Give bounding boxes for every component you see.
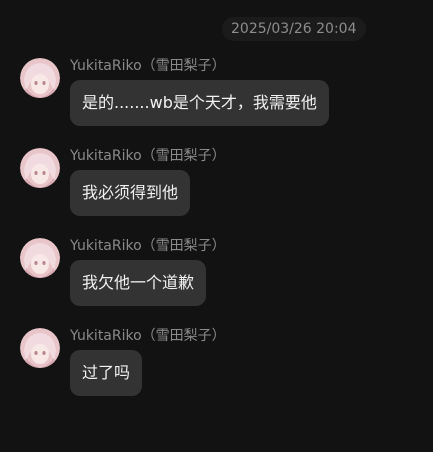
- message-bubble[interactable]: 我必须得到他: [70, 170, 191, 216]
- sender-name: YukitaRiko（雪田梨子）: [70, 148, 226, 164]
- anime-girl-avatar-icon[interactable]: [20, 148, 60, 188]
- anime-girl-avatar-icon[interactable]: [20, 328, 60, 368]
- message-bubble[interactable]: 是的.......wb是个天才，我需要他: [70, 80, 329, 126]
- anime-girl-avatar-icon[interactable]: [20, 58, 60, 98]
- anime-girl-avatar-icon[interactable]: [20, 238, 60, 278]
- sender-name: YukitaRiko（雪田梨子）: [70, 58, 226, 74]
- message-bubble[interactable]: 我欠他一个道歉: [70, 260, 207, 306]
- message-bubble[interactable]: 过了吗: [70, 350, 143, 396]
- sender-name: YukitaRiko（雪田梨子）: [70, 238, 226, 254]
- sender-name: YukitaRiko（雪田梨子）: [70, 328, 226, 344]
- message-timestamp: 2025/03/26 20:04: [222, 17, 366, 41]
